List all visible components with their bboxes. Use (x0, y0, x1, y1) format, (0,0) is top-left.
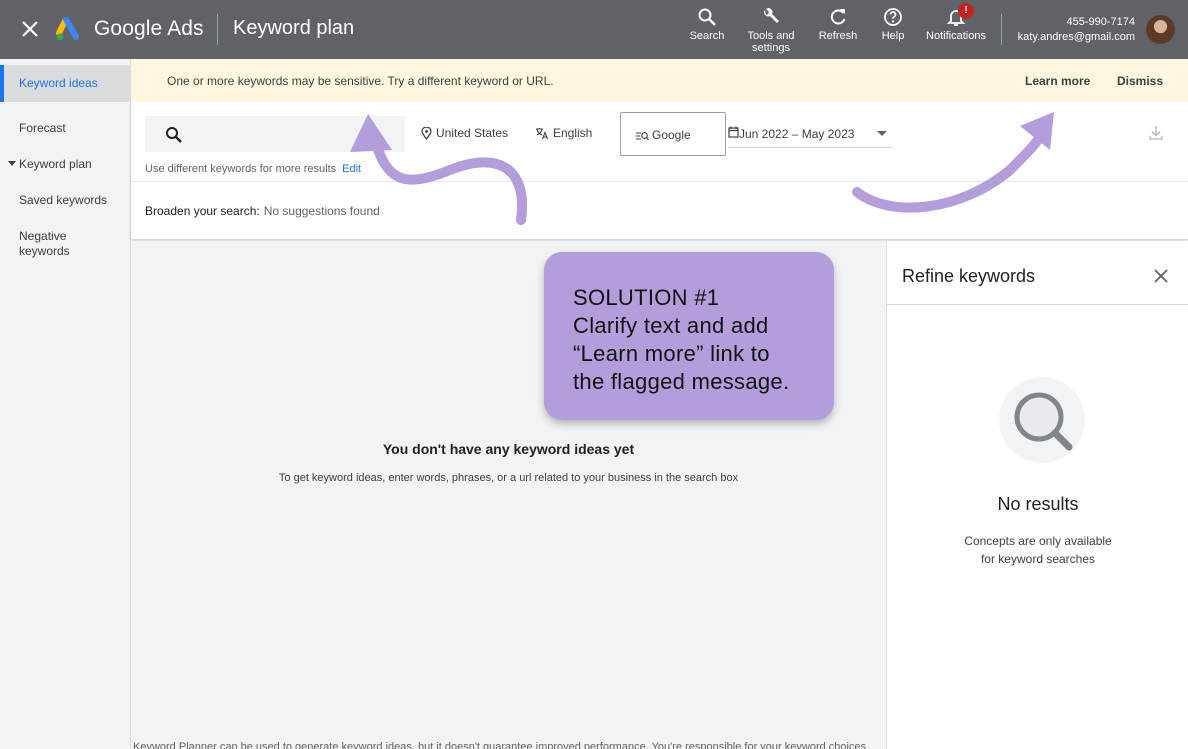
date-range-picker[interactable]: Jun 2022 – May 2023 (728, 126, 893, 148)
network-search-icon (636, 131, 649, 141)
refine-divider (887, 304, 1188, 305)
refresh-icon (830, 9, 846, 25)
broaden-label: Broaden your search: (145, 204, 260, 218)
top-header: Google Ads Keyword plan Search Tools and… (0, 0, 1188, 59)
download-icon[interactable] (1147, 124, 1165, 142)
callout-line-4: the flagged message. (573, 369, 790, 394)
edit-link[interactable]: Edit (342, 163, 361, 175)
broaden-search: Broaden your search: No suggestions found (145, 204, 380, 218)
search-tool-label: Search (689, 30, 725, 42)
refresh-label: Refresh (818, 30, 858, 42)
no-results-title: No results (997, 494, 1079, 514)
page-title: Keyword plan (233, 17, 355, 39)
search-icon (698, 8, 716, 26)
close-icon[interactable] (1153, 268, 1169, 284)
concepts-line-2: for keyword searches (980, 552, 1096, 566)
location-value: United States (436, 126, 509, 140)
header-divider (217, 14, 218, 45)
no-results-illustration (999, 377, 1085, 463)
sidebar-item-label: Saved keywords (19, 193, 108, 207)
concepts-note: Concepts are only available for keyword … (887, 532, 1188, 568)
sidebar: Keyword ideas Forecast Keyword plan Save… (0, 59, 131, 749)
sidebar-item-keyword-ideas[interactable]: Keyword ideas (0, 65, 130, 102)
help-label: Help (881, 30, 905, 42)
account-info[interactable]: 455-990-7174 katy.andres@gmail.com (1018, 15, 1135, 45)
calendar-icon (728, 126, 739, 138)
notifications-label: Notifications (926, 30, 986, 42)
dismiss-button[interactable]: Dismiss (1117, 74, 1163, 88)
magnifier-icon (1014, 392, 1073, 451)
sidebar-item-label: Keyword ideas (19, 76, 98, 90)
google-ads-logo (56, 17, 79, 41)
concepts-line-1: Concepts are only available (964, 534, 1112, 548)
callout-line-1: SOLUTION #1 (573, 285, 720, 310)
broaden-value: No suggestions found (263, 204, 380, 218)
date-range-value: Jun 2022 – May 2023 (739, 127, 855, 141)
notification-badge: ! (958, 3, 974, 19)
keyword-search-input[interactable] (145, 116, 405, 152)
account-divider (1001, 14, 1002, 45)
refresh-button[interactable]: Refresh (816, 7, 860, 42)
translate-icon (536, 128, 549, 140)
location-pin-icon (421, 127, 432, 141)
location-filter[interactable]: United States (421, 126, 509, 141)
wrench-icon (764, 8, 779, 23)
refine-title: Refine keywords (902, 266, 1036, 286)
avatar[interactable] (1146, 15, 1175, 44)
sidebar-item-label: Forecast (19, 121, 66, 135)
sidebar-item-forecast[interactable]: Forecast (0, 121, 130, 135)
help-button[interactable]: Help (876, 7, 910, 42)
tools-settings-label: Tools and settings (747, 30, 795, 54)
section-divider (131, 181, 1188, 182)
sidebar-item-label: Negative keywords (19, 229, 70, 258)
callout-line-3: “Learn more” link to (573, 341, 770, 366)
network-filter[interactable]: Google (620, 112, 726, 156)
notifications-button[interactable]: Notifications (922, 7, 990, 42)
tools-settings-button[interactable]: Tools and settings (740, 7, 802, 54)
learn-more-link[interactable]: Learn more (1025, 74, 1090, 88)
sidebar-item-saved-keywords[interactable]: Saved keywords (0, 193, 130, 207)
empty-state-subtitle: To get keyword ideas, enter words, phras… (278, 472, 739, 484)
close-icon[interactable] (20, 18, 40, 40)
search-panel: United States English Google Jun 2022 – … (131, 102, 1188, 240)
help-icon (884, 8, 902, 26)
empty-state-title: You don't have any keyword ideas yet (382, 441, 635, 457)
account-phone: 455-990-7174 (1066, 16, 1135, 28)
planner-disclaimer: Keyword Planner can be used to generate … (133, 741, 867, 749)
solution-callout: SOLUTION #1 Clarify text and add “Learn … (544, 252, 834, 420)
account-email: katy.andres@gmail.com (1017, 31, 1135, 43)
hint-text: Use different keywords for more results (145, 163, 337, 175)
language-value: English (553, 126, 593, 140)
sensitive-keyword-banner: One or more keywords may be sensitive. T… (131, 59, 1188, 102)
sidebar-item-label: Keyword plan (19, 157, 92, 171)
search-hint: Use different keywords for more results E… (145, 163, 361, 175)
search-tool-button[interactable]: Search (688, 7, 726, 42)
caret-down-icon (8, 161, 16, 166)
callout-line-2: Clarify text and add (573, 313, 769, 338)
sidebar-item-keyword-plan[interactable]: Keyword plan (0, 157, 130, 171)
refine-keywords-panel: Refine keywords No results Concepts are … (886, 241, 1188, 749)
banner-message: One or more keywords may be sensitive. T… (167, 74, 554, 88)
network-value: Google (652, 128, 691, 142)
language-filter[interactable]: English (535, 126, 592, 140)
dropdown-arrow-icon (877, 131, 887, 136)
search-icon (166, 127, 182, 143)
sidebar-item-negative-keywords[interactable]: Negative keywords (0, 229, 90, 259)
brand-name: Google Ads (94, 17, 204, 40)
